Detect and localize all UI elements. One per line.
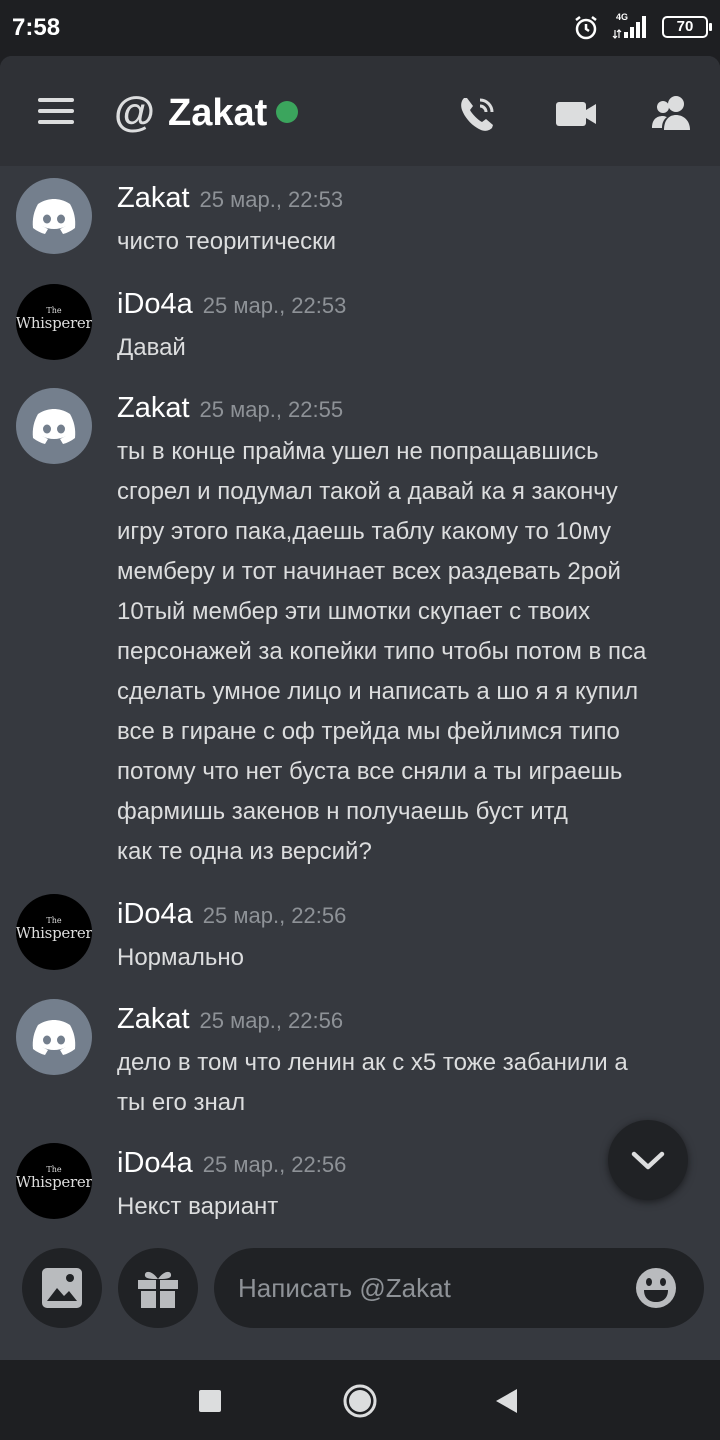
message-timestamp: 25 мар., 22:55 xyxy=(199,397,344,422)
message-author[interactable]: Zakat xyxy=(117,182,190,214)
discord-logo-icon xyxy=(32,1020,76,1055)
discord-avatar[interactable] xyxy=(16,999,92,1075)
gift-button[interactable] xyxy=(118,1248,198,1328)
attach-image-button[interactable] xyxy=(22,1248,102,1328)
message-composer xyxy=(0,1246,720,1360)
gift-icon xyxy=(138,1271,178,1308)
message-line: сделать умное лицо и написать а шо я я к… xyxy=(117,678,639,705)
status-bar: 7:58 4G 70 xyxy=(0,0,720,56)
battery-indicator: 70 xyxy=(662,16,712,38)
message-line: 10тый мембер эти шмотки скупает с твоих xyxy=(117,598,591,625)
discord-logo-icon xyxy=(32,409,76,444)
avatar-text: Whisperer xyxy=(16,314,92,332)
message-text: ты в конце прайма ушел не попращавшись с… xyxy=(117,432,707,872)
message-input[interactable] xyxy=(238,1268,628,1308)
message-line: дело в том что ленин ак с х5 тоже забани… xyxy=(117,1049,628,1076)
avatar-text: Whisperer xyxy=(16,924,92,942)
message-author[interactable]: iDo4a xyxy=(117,898,193,930)
emoji-icon[interactable] xyxy=(634,1266,678,1310)
whisperer-avatar[interactable]: The Whisperer xyxy=(16,1143,92,1219)
message-line: персонажей за копейки типо чтобы потом в… xyxy=(117,638,647,665)
video-icon[interactable] xyxy=(554,92,598,136)
message-author[interactable]: Zakat xyxy=(117,1003,190,1035)
message-author[interactable]: iDo4a xyxy=(117,288,193,320)
message-author[interactable]: iDo4a xyxy=(117,1147,193,1179)
chat-header: @ Zakat xyxy=(0,56,720,166)
message-line: ты его знал xyxy=(117,1089,246,1116)
message-author[interactable]: Zakat xyxy=(117,392,190,424)
call-icon[interactable] xyxy=(456,92,500,136)
avatar-text: Whisperer xyxy=(16,1173,92,1191)
channel-title[interactable]: Zakat xyxy=(168,92,267,135)
status-time: 7:58 xyxy=(12,14,61,41)
message-text: Давай xyxy=(117,334,186,361)
discord-avatar[interactable] xyxy=(16,388,92,464)
back-icon[interactable] xyxy=(482,1376,532,1426)
message-text: чисто теоритически xyxy=(117,228,336,255)
chevron-down-icon xyxy=(631,1151,665,1170)
message-line: как те одна из версий? xyxy=(117,838,372,865)
message-line: фармишь закенов н получаешь буст итд xyxy=(117,798,568,825)
signal-icon xyxy=(612,16,646,39)
message-input-container xyxy=(214,1248,704,1328)
scroll-to-bottom-button[interactable] xyxy=(608,1120,688,1200)
message-timestamp: 25 мар., 22:53 xyxy=(202,293,347,318)
system-navigation-bar xyxy=(0,1360,720,1440)
at-icon: @ xyxy=(114,88,155,135)
message-list[interactable]: Zakat 25 мар., 22:53 чисто теоритически T… xyxy=(0,166,720,1246)
message-text: дело в том что ленин ак с х5 тоже забани… xyxy=(117,1043,707,1123)
message-line: мемберу и тот начинает всех раздевать 2р… xyxy=(117,558,621,585)
members-icon[interactable] xyxy=(650,92,694,136)
message-line: сгорел и подумал такой а давай ка я зако… xyxy=(117,478,618,505)
message-text: Нормально xyxy=(117,944,244,971)
message-line: игру этого пака,даешь таблу какому то 10… xyxy=(117,518,611,545)
message-line: потому что нет буста все сняли а ты игра… xyxy=(117,758,623,785)
alarm-icon xyxy=(575,16,597,40)
message-line: ты в конце прайма ушел не попращавшись xyxy=(117,438,599,465)
discord-logo-icon xyxy=(32,199,76,234)
chat-app: @ Zakat Zakat 25 мар., 22:53 чисто теори… xyxy=(0,56,720,1360)
whisperer-avatar[interactable]: The Whisperer xyxy=(16,284,92,360)
discord-avatar[interactable] xyxy=(16,178,92,254)
message-timestamp: 25 мар., 22:56 xyxy=(199,1008,344,1033)
message-line: все в гиране с оф трейда мы фейлимся тип… xyxy=(117,718,620,745)
message-timestamp: 25 мар., 22:53 xyxy=(199,187,344,212)
whisperer-avatar[interactable]: The Whisperer xyxy=(16,894,92,970)
image-icon xyxy=(42,1268,82,1308)
menu-icon[interactable] xyxy=(38,98,74,124)
message-timestamp: 25 мар., 22:56 xyxy=(202,903,347,928)
online-status-indicator xyxy=(276,101,298,123)
message-timestamp: 25 мар., 22:56 xyxy=(202,1152,347,1177)
recents-icon[interactable] xyxy=(185,1376,235,1426)
home-icon[interactable] xyxy=(335,1376,385,1426)
